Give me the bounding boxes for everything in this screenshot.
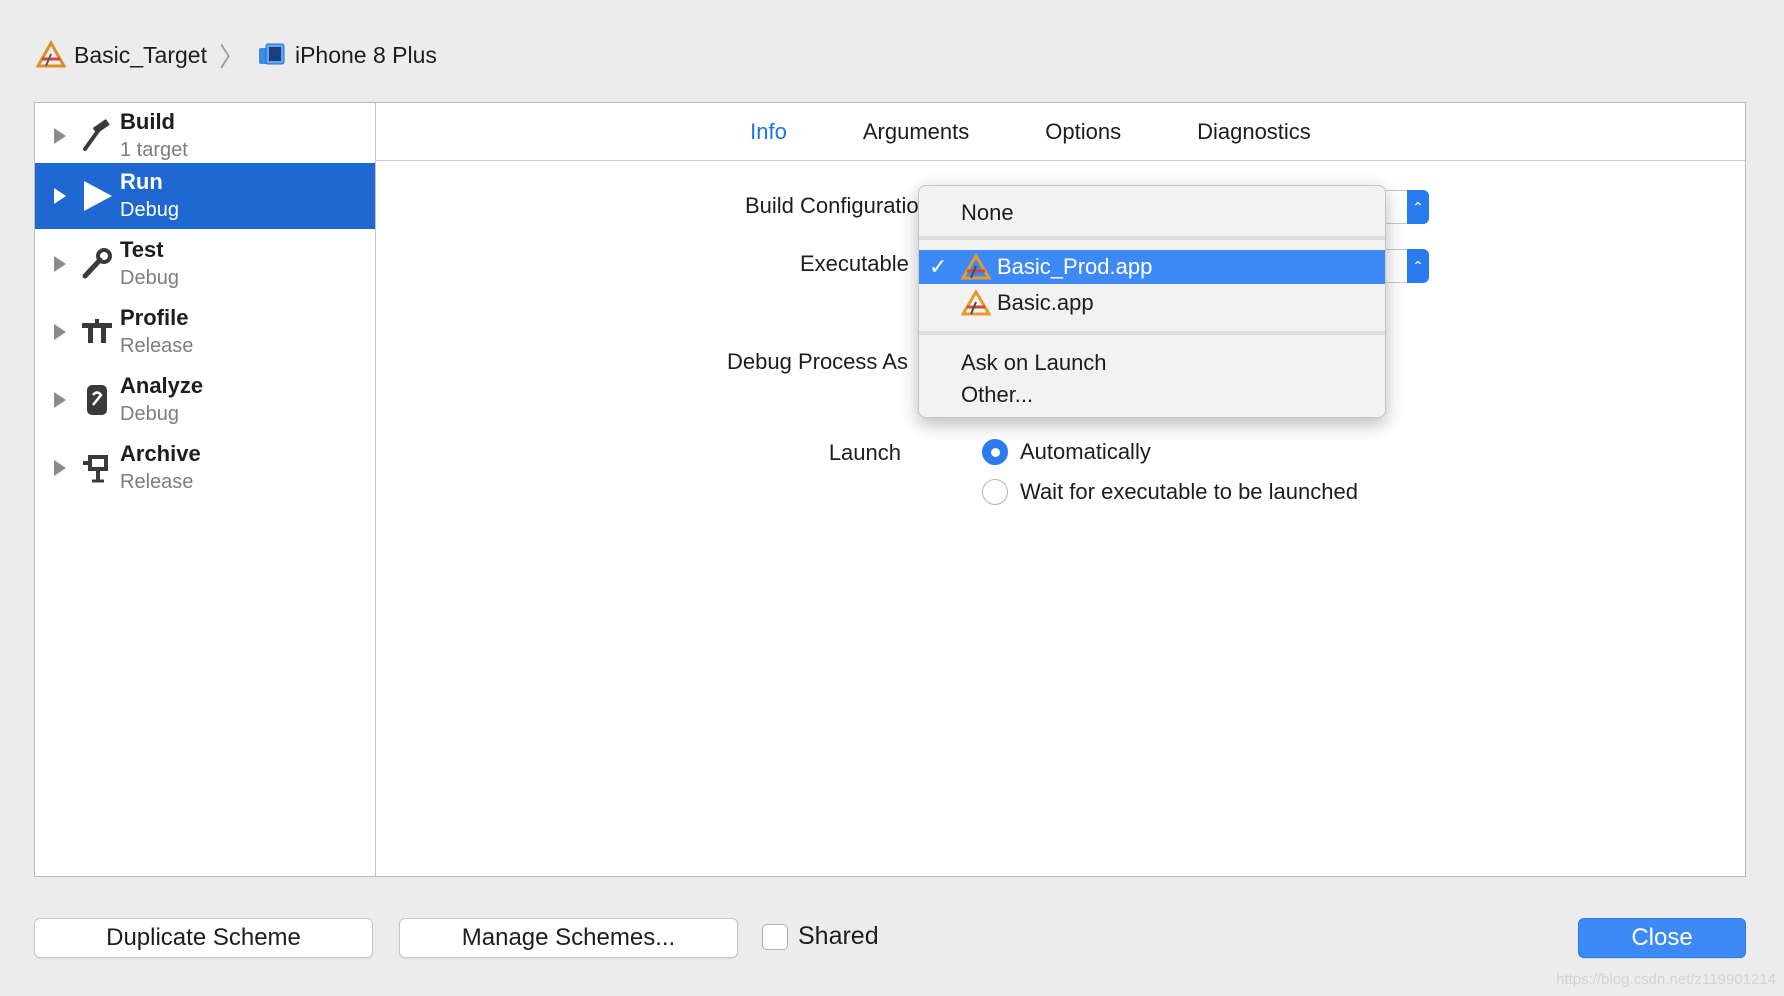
sidebar-item-profile[interactable]: Profile Release [35, 299, 375, 365]
archive-icon [80, 451, 114, 485]
app-target-icon [36, 40, 66, 68]
breadcrumb-device[interactable]: iPhone 8 Plus [257, 42, 437, 69]
watermark: https://blog.csdn.net/z119901214 [1556, 971, 1776, 988]
app-icon [961, 289, 991, 316]
sidebar-item-title: Run [120, 169, 163, 194]
scheme-actions-sidebar: Build 1 target Run Debug Test Debug Prof… [35, 103, 376, 876]
device-simulator-icon [258, 43, 285, 65]
menu-item-label: Ask on Launch [961, 350, 1107, 375]
breadcrumb-target-label: Basic_Target [74, 41, 207, 68]
launch-wait-radio[interactable] [982, 479, 1008, 505]
menu-separator [919, 331, 1385, 335]
breadcrumb-chevron-icon: 〉 [218, 41, 245, 72]
launch-automatically-radio[interactable] [982, 439, 1008, 465]
sidebar-item-subtitle: Debug [120, 267, 179, 289]
shared-checkbox[interactable] [762, 923, 788, 950]
breadcrumb: Basic_Target 〉 iPhone 8 Plus [36, 38, 437, 72]
disclosure-triangle-icon[interactable] [54, 392, 66, 408]
app-icon [961, 253, 991, 280]
popup-chevron-icon: ⌃ [1407, 249, 1429, 283]
sidebar-item-title: Analyze [120, 373, 204, 398]
sidebar-item-title: Build [120, 109, 175, 134]
sidebar-item-subtitle: 1 target [120, 139, 188, 161]
shared-label: Shared [798, 922, 879, 950]
launch-wait-label: Wait for executable to be launched [1020, 479, 1358, 504]
sidebar-item-subtitle: Debug [120, 403, 179, 425]
tab-options[interactable]: Options [1007, 119, 1159, 145]
sidebar-item-subtitle: Debug [120, 199, 179, 221]
analyze-icon [80, 383, 114, 417]
play-icon [80, 179, 114, 213]
disclosure-triangle-icon[interactable] [54, 324, 66, 340]
scheme-editor: Build 1 target Run Debug Test Debug Prof… [34, 102, 1746, 877]
menu-item-none[interactable]: None [919, 196, 1385, 230]
menu-item-other[interactable]: Other... [919, 378, 1385, 412]
tab-info[interactable]: Info [712, 119, 825, 145]
launch-automatically-label: Automatically [1020, 439, 1151, 464]
close-button[interactable]: Close [1578, 918, 1746, 958]
sidebar-item-title: Test [120, 237, 164, 262]
sidebar-item-analyze[interactable]: Analyze Debug [35, 367, 375, 433]
launch-label: Launch [828, 440, 901, 465]
menu-separator [919, 236, 1385, 240]
launch-wait-option[interactable]: Wait for executable to be launched [982, 479, 1358, 505]
breadcrumb-target[interactable]: Basic_Target [36, 40, 207, 70]
sidebar-item-build[interactable]: Build 1 target [35, 103, 375, 169]
menu-item-label: Other... [961, 382, 1034, 407]
sidebar-item-subtitle: Release [120, 335, 194, 357]
disclosure-triangle-icon[interactable] [54, 460, 66, 476]
tab-arguments[interactable]: Arguments [825, 119, 1007, 145]
shared-option[interactable]: Shared [762, 922, 879, 951]
launch-automatically-option[interactable]: Automatically [982, 439, 1151, 465]
sidebar-item-title: Archive [120, 441, 201, 466]
executable-label: Executable [800, 251, 909, 276]
hammer-icon [80, 119, 114, 153]
tab-diagnostics[interactable]: Diagnostics [1159, 119, 1349, 145]
sidebar-item-title: Profile [120, 305, 189, 330]
executable-dropdown-menu: None ✓ Basic_Prod.app Basic.app Ask on L… [918, 185, 1386, 418]
sidebar-item-archive[interactable]: Archive Release [35, 435, 375, 501]
debug-process-label: Debug Process As [727, 349, 908, 374]
duplicate-scheme-button[interactable]: Duplicate Scheme [34, 918, 373, 958]
menu-item-label: Basic_Prod.app [997, 254, 1153, 279]
disclosure-triangle-icon[interactable] [54, 128, 66, 144]
menu-item-label: Basic.app [997, 290, 1094, 315]
menu-item-basic-app[interactable]: Basic.app [919, 286, 1385, 320]
scheme-tab-bar: Info Arguments Options Diagnostics [376, 103, 1745, 161]
sidebar-item-subtitle: Release [120, 471, 194, 493]
checkmark-icon: ✓ [929, 254, 948, 279]
menu-item-label: None [961, 200, 1014, 225]
menu-item-basic-prod-app[interactable]: ✓ Basic_Prod.app [919, 250, 1385, 284]
instruments-icon [80, 315, 114, 349]
sidebar-item-test[interactable]: Test Debug [35, 231, 375, 297]
wrench-icon [80, 247, 114, 281]
sidebar-item-run[interactable]: Run Debug [35, 163, 375, 229]
disclosure-triangle-icon[interactable] [54, 256, 66, 272]
popup-chevron-icon: ⌃ [1407, 190, 1429, 224]
menu-item-ask-on-launch[interactable]: Ask on Launch [919, 346, 1385, 380]
breadcrumb-device-label: iPhone 8 Plus [294, 41, 437, 68]
disclosure-triangle-icon[interactable] [54, 188, 66, 204]
manage-schemes-button[interactable]: Manage Schemes... [399, 918, 738, 958]
